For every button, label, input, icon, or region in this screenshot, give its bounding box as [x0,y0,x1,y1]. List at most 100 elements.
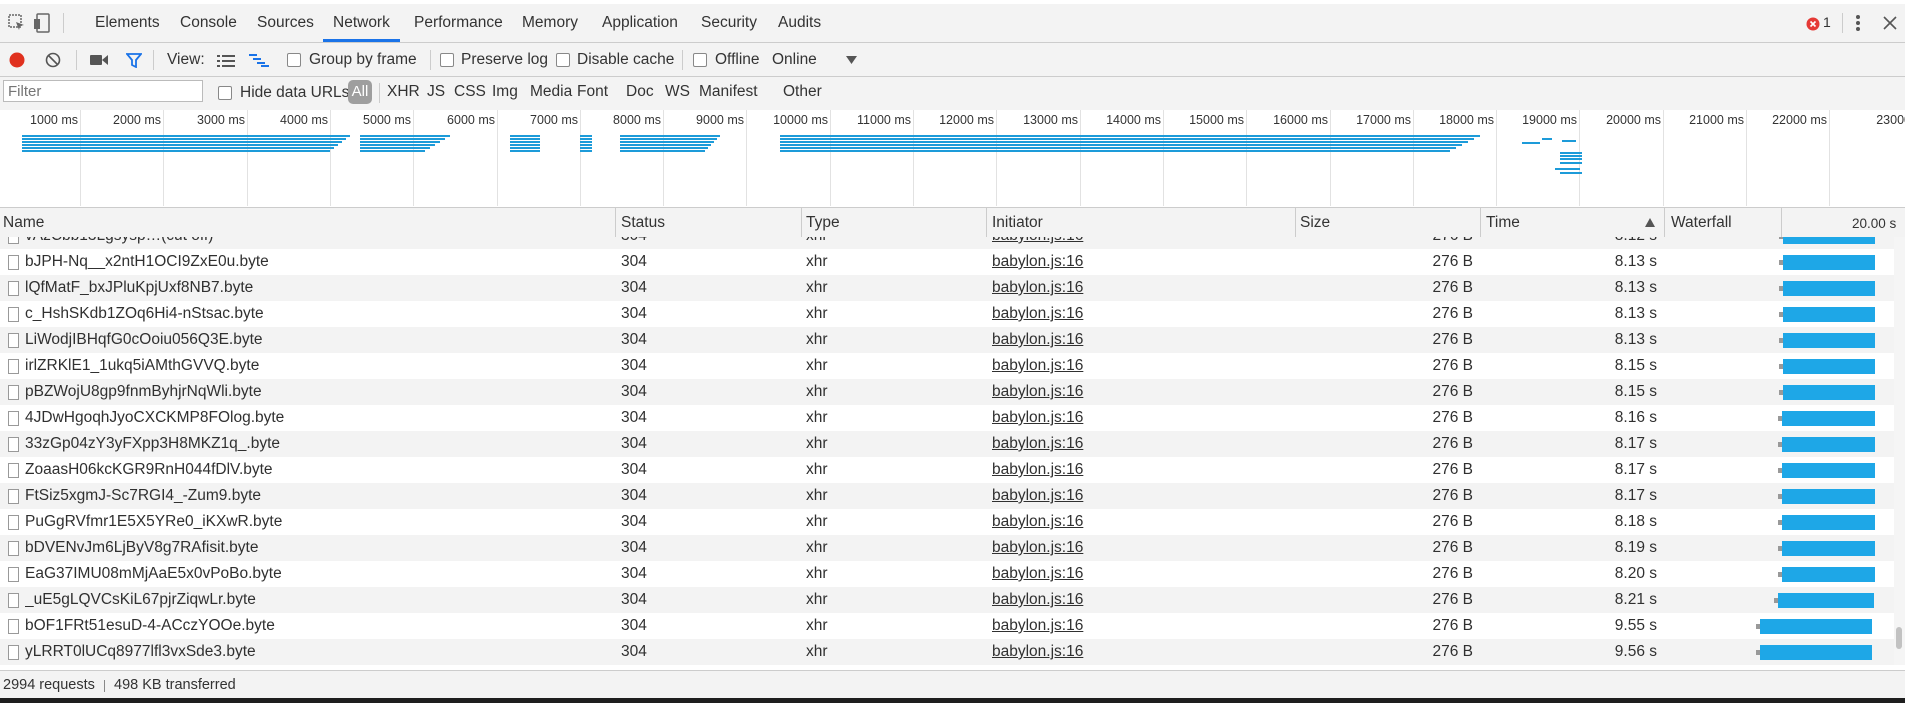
request-initiator[interactable]: babylon.js:16 [992,509,1282,535]
large-rows-icon[interactable] [217,55,235,67]
request-name[interactable]: vAzCbb13Lgsysp…(cut off) [25,237,605,249]
waterfall-timing-bar[interactable] [1782,541,1875,556]
request-name[interactable]: 4JDwHgoqhJyoCXCKMP8FOlog.byte [25,405,605,431]
filter-type-js[interactable]: JS [427,83,445,101]
filter-type-css[interactable]: CSS [454,83,486,101]
capture-screenshots-icon[interactable] [90,54,108,66]
filter-type-img[interactable]: Img [492,83,518,101]
waterfall-timing-bar[interactable] [1760,619,1872,634]
error-icon[interactable] [1806,17,1820,31]
request-initiator[interactable]: babylon.js:16 [992,457,1282,483]
table-row[interactable]: bDVENvJm6LjByV8g7RAfisit.byte 304 xhr babyl… [0,535,1905,561]
table-row[interactable]: LiWodjIBHqfG0cOoiu056Q3E.byte 304 xhr babyl… [0,327,1905,353]
waterfall-timing-bar[interactable] [1778,593,1874,608]
request-name[interactable]: _uE5gLQVCsKiL67pjrZiqwLr.byte [25,587,605,613]
chevron-down-icon[interactable] [846,56,857,64]
waterfall-timing-bar[interactable] [1783,385,1875,400]
request-name[interactable]: LiWodjIBHqfG0cOoiu056Q3E.byte [25,327,605,353]
table-row[interactable]: yLRRT0lUCq8977lfl3vxSde3.byte 304 xhr babyl… [0,639,1905,665]
request-initiator[interactable]: babylon.js:16 [992,483,1282,509]
waterfall-timing-bar[interactable] [1783,255,1875,270]
table-row[interactable]: ZoaasH06kcKGR9RnH044fDlV.byte 304 xhr babyl… [0,457,1905,483]
tab-sources[interactable]: Sources [257,4,314,42]
column-divider[interactable] [1480,208,1481,237]
request-initiator[interactable]: babylon.js:16 [992,249,1282,275]
waterfall-view-icon[interactable] [249,54,269,67]
request-name[interactable]: pBZWojU8gp9fnmByhjrNqWli.byte [25,379,605,405]
request-name[interactable]: irlZRKlE1_1ukq5iAMthGVVQ.byte [25,353,605,379]
request-name[interactable]: FtSiz5xgmJ-Sc7RGI4_-Zum9.byte [25,483,605,509]
hide-data-urls-checkbox[interactable] [218,86,232,100]
filter-type-ws[interactable]: WS [665,83,690,101]
table-row[interactable]: lQfMatF_bxJPluKpjUxf8NB7.byte 304 xhr babyl… [0,275,1905,301]
filter-type-doc[interactable]: Doc [626,83,654,101]
clear-icon[interactable] [45,52,61,68]
request-initiator[interactable]: babylon.js:16 [992,561,1282,587]
request-initiator[interactable]: babylon.js:16 [992,639,1282,665]
request-list[interactable]: vAzCbb13Lgsysp…(cut off) 304 xhr babylon.js… [0,237,1905,665]
waterfall-timing-bar[interactable] [1783,237,1875,244]
request-initiator[interactable]: babylon.js:16 [992,587,1282,613]
waterfall-timing-bar[interactable] [1783,281,1875,296]
tab-memory[interactable]: Memory [522,4,578,42]
column-header-time[interactable]: Time [1486,208,1520,237]
more-options-icon[interactable] [1855,14,1861,32]
table-row[interactable]: _uE5gLQVCsKiL67pjrZiqwLr.byte 304 xhr babyl… [0,587,1905,613]
table-row[interactable]: 33zGp04zY3yFXpp3H8MKZ1q_.byte 304 xhr babyl… [0,431,1905,457]
device-toolbar-icon[interactable] [33,13,51,33]
column-header-type[interactable]: Type [806,208,840,237]
tab-console[interactable]: Console [180,4,237,42]
preserve-log-checkbox[interactable] [440,53,454,67]
filter-type-font[interactable]: Font [577,83,608,101]
request-name[interactable]: yLRRT0lUCq8977lfl3vxSde3.byte [25,639,605,665]
request-name[interactable]: bOF1FRt51esuD-4-ACczYOOe.byte [25,613,605,639]
column-divider[interactable] [615,208,616,237]
request-name[interactable]: PuGgRVfmr1E5X5YRe0_iKXwR.byte [25,509,605,535]
column-header-size[interactable]: Size [1300,208,1330,237]
table-row[interactable]: irlZRKlE1_1ukq5iAMthGVVQ.byte 304 xhr babyl… [0,353,1905,379]
tab-audits[interactable]: Audits [778,4,821,42]
tab-elements[interactable]: Elements [95,4,160,42]
table-row[interactable]: vAzCbb13Lgsysp…(cut off) 304 xhr babylon.js… [0,237,1905,249]
column-header-name[interactable]: Name [3,208,44,237]
error-count[interactable]: 1 [1823,14,1831,30]
column-divider[interactable] [1295,208,1296,237]
column-header-initiator[interactable]: Initiator [992,208,1043,237]
request-name[interactable]: EaG37IMU08mMjAaE5x0vPoBo.byte [25,561,605,587]
tab-performance[interactable]: Performance [414,4,503,42]
request-name[interactable]: c_HshSKdb1ZOq6Hi4-nStsac.byte [25,301,605,327]
filter-icon[interactable] [126,53,142,68]
column-divider[interactable] [801,208,802,237]
throttling-select[interactable]: Online [772,51,817,69]
request-list-scrollbar[interactable] [1894,237,1905,665]
scrollbar-thumb[interactable] [1896,627,1902,649]
table-row[interactable]: bOF1FRt51esuD-4-ACczYOOe.byte 304 xhr babyl… [0,613,1905,639]
tab-network[interactable]: Network [323,4,400,42]
request-name[interactable]: 33zGp04zY3yFXpp3H8MKZ1q_.byte [25,431,605,457]
filter-type-xhr[interactable]: XHR [387,83,420,101]
record-icon[interactable] [9,52,25,68]
close-icon[interactable] [1883,16,1897,30]
request-initiator[interactable]: babylon.js:16 [992,535,1282,561]
overview-timeline[interactable]: 1000 ms 2000 ms 3000 ms 4000 ms 5000 ms 6000 … [0,110,1905,206]
table-row[interactable]: EaG37IMU08mMjAaE5x0vPoBo.byte 304 xhr babyl… [0,561,1905,587]
tab-application[interactable]: Application [602,4,678,42]
request-initiator[interactable]: babylon.js:16 [992,405,1282,431]
request-name[interactable]: bDVENvJm6LjByV8g7RAfisit.byte [25,535,605,561]
column-header-status[interactable]: Status [621,208,665,237]
inspect-element-icon[interactable] [8,14,26,32]
request-initiator[interactable]: babylon.js:16 [992,237,1282,249]
disable-cache-checkbox[interactable] [556,53,570,67]
waterfall-timing-bar[interactable] [1782,515,1875,530]
column-header-waterfall[interactable]: Waterfall [1671,208,1732,237]
filter-type-other[interactable]: Other [783,83,822,101]
request-name[interactable]: lQfMatF_bxJPluKpjUxf8NB7.byte [25,275,605,301]
column-divider[interactable] [986,208,987,237]
request-initiator[interactable]: babylon.js:16 [992,613,1282,639]
waterfall-timing-bar[interactable] [1782,567,1875,582]
waterfall-timing-bar[interactable] [1760,645,1872,660]
filter-input[interactable] [3,80,203,102]
waterfall-timing-bar[interactable] [1783,359,1875,374]
request-name[interactable]: ZoaasH06kcKGR9RnH044fDlV.byte [25,457,605,483]
table-row[interactable]: bJPH-Nq__x2ntH1OCI9ZxE0u.byte 304 xhr babyl… [0,249,1905,275]
